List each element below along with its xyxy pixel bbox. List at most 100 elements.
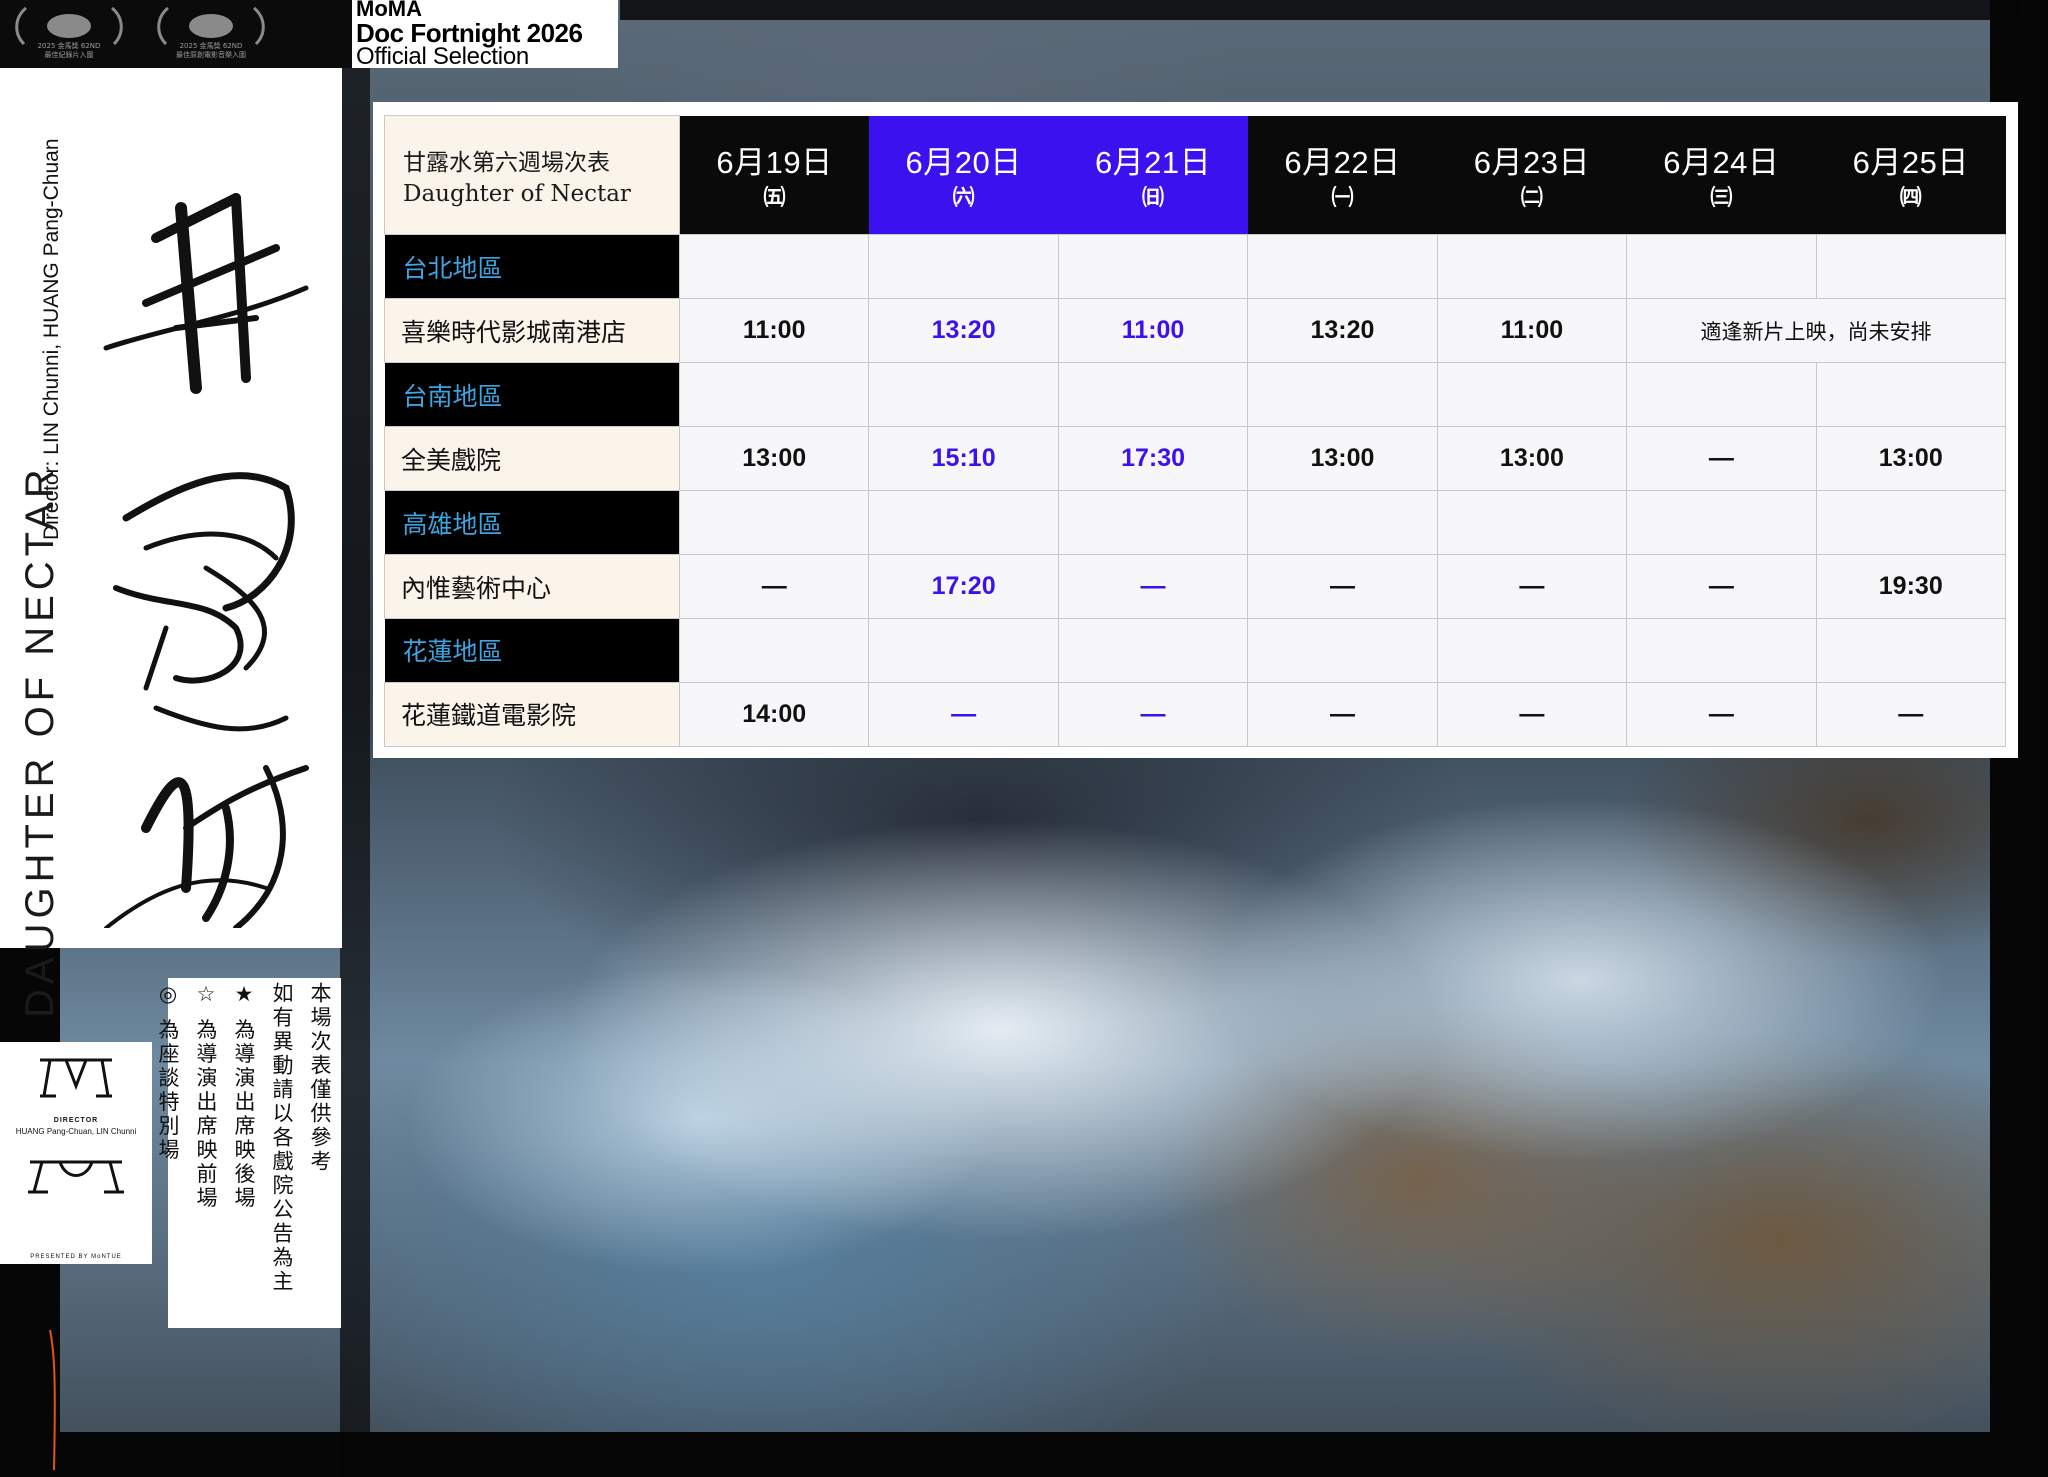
theater-row-hualien: 花蓮鐵道電影院 14:00 — — — — — — <box>384 681 2007 748</box>
note-3: ★ 為導演出席映後場 <box>232 982 256 1211</box>
empty-cell <box>678 362 870 428</box>
showtime-cell-unscheduled: 適逢新片上映，尚未安排 <box>1626 298 2006 364</box>
schedule-header-row: 甘露水第六週場次表 Daughter of Nectar 6月19日㈤ 6月20… <box>384 114 2006 236</box>
theater-name: 喜樂時代影城南港店 <box>384 298 680 364</box>
day-weekday: ㈡ <box>1520 185 1543 211</box>
showtime-cell: 13:20 <box>868 298 1059 364</box>
theater-name: 全美戲院 <box>384 426 680 492</box>
empty-cell <box>1626 618 1817 683</box>
showtime-cell: 17:20 <box>868 554 1059 619</box>
presenter-logo-icon <box>28 1160 124 1194</box>
empty-cell <box>1057 234 1249 300</box>
empty-cell <box>1247 618 1438 683</box>
laurel-1-line2: 最佳紀錄片入圍 <box>44 51 94 59</box>
day-header-7: 6月25日㈣ <box>1816 115 2006 235</box>
credits-block: DIRECTOR HUANG Pang-Chuan, LIN Chunni PR… <box>0 1042 152 1264</box>
moma-line3: Official Selection <box>356 43 529 70</box>
day-weekday: ㈠ <box>1331 185 1354 211</box>
showtime-cell: 11:00 <box>1436 298 1628 364</box>
theater-name: 內惟藝術中心 <box>384 554 680 619</box>
schedule-table-card: 甘露水第六週場次表 Daughter of Nectar 6月19日㈤ 6月20… <box>373 102 2018 758</box>
theater-name: 花蓮鐵道電影院 <box>384 681 680 748</box>
note-1: 本場次表僅供參考 <box>308 982 332 1174</box>
showtime-cell: — <box>1057 681 1249 748</box>
day-date: 6月22日 <box>1284 145 1401 181</box>
empty-cell <box>1626 362 1817 428</box>
empty-cell <box>1815 234 2007 300</box>
day-header-5: 6月23日㈡ <box>1437 115 1627 235</box>
region-row-tainan: 台南地區 <box>384 362 2007 428</box>
day-date: 6月24日 <box>1663 145 1780 181</box>
day-weekday: ㈢ <box>1710 185 1733 211</box>
showtime-cell: 13:00 <box>1815 426 2007 492</box>
empty-cell <box>868 362 1059 428</box>
schedule-table: 甘露水第六週場次表 Daughter of Nectar 6月19日㈤ 6月20… <box>384 114 2007 748</box>
showtime-cell: — <box>1436 554 1628 619</box>
laurel-1: 2025 金馬獎 62ND 最佳紀錄片入圍 <box>4 4 134 62</box>
showtime-cell: — <box>1626 681 1817 748</box>
showtime-cell: 15:10 <box>868 426 1059 492</box>
showtime-cell: — <box>1626 554 1817 619</box>
day-date: 6月25日 <box>1852 145 1969 181</box>
empty-cell <box>1815 618 2007 683</box>
region-label: 台北地區 <box>384 234 680 299</box>
empty-cell <box>678 234 870 300</box>
moma-selection-badge: MoMA Doc Fortnight 2026 Official Selecti… <box>352 0 618 70</box>
note-4: ☆ 為導演出席映前場 <box>194 982 218 1211</box>
note-2: 如有異動請以各戲院公告為主 <box>270 982 294 1294</box>
day-date: 6月23日 <box>1473 145 1591 181</box>
director-label: DIRECTOR <box>53 1117 99 1124</box>
empty-cell <box>1436 490 1628 556</box>
day-header-3: 6月21日㈰ <box>1058 115 1248 235</box>
empty-cell <box>868 618 1059 683</box>
schedule-notes: 本場次表僅供參考 如有異動請以各戲院公告為主 ★ 為導演出席映後場 ☆ 為導演出… <box>156 978 341 1328</box>
empty-cell <box>1057 490 1249 556</box>
day-header-2: 6月20日㈥ <box>868 115 1059 235</box>
day-weekday: ㈰ <box>1142 185 1165 211</box>
showtime-cell: 11:00 <box>1057 298 1249 364</box>
showtime-cell: — <box>1057 554 1249 619</box>
day-weekday: ㈥ <box>952 185 975 211</box>
region-row-kaohsiung: 高雄地區 <box>384 490 2007 556</box>
laurel-2-line1: 2025 金馬獎 62ND <box>179 42 243 50</box>
region-label: 花蓮地區 <box>384 618 680 683</box>
laurel-1-line1: 2025 金馬獎 62ND <box>37 42 101 50</box>
showtime-cell: 11:00 <box>678 298 870 364</box>
moma-line1: MoMA <box>356 0 422 21</box>
day-header-1: 6月19日㈤ <box>679 115 869 235</box>
day-header-4: 6月22日㈠ <box>1247 115 1438 235</box>
laurel-2-line2: 最佳原創電影音樂入圍 <box>176 51 246 59</box>
calligraphy-title-logo <box>103 193 309 928</box>
theater-row-tainan: 全美戲院 13:00 15:10 17:30 13:00 13:00 — 13:… <box>384 426 2007 492</box>
film-title-vertical: DAUGHTER OF NECTAR <box>18 464 62 1018</box>
day-weekday: ㈤ <box>763 185 786 211</box>
empty-cell <box>868 234 1059 300</box>
empty-cell <box>678 618 870 683</box>
showtime-cell: 13:00 <box>1436 426 1628 492</box>
director-names: HUANG Pang-Chuan, LIN Chunni <box>15 1127 137 1136</box>
laurel-2: 2025 金馬獎 62ND 最佳原創電影音樂入圍 <box>146 4 276 62</box>
day-date: 6月21日 <box>1094 145 1212 181</box>
empty-cell <box>1815 362 2007 428</box>
note-5: ◎ 為座談特別場 <box>156 982 180 1163</box>
showtime-cell: 13:20 <box>1247 298 1438 364</box>
showtime-cell: — <box>868 681 1059 748</box>
empty-cell <box>1436 234 1628 300</box>
award-laurels: 2025 金馬獎 62ND 最佳紀錄片入圍 2025 金馬獎 62ND 最佳原創電影… <box>0 0 356 68</box>
theater-row-taipei: 喜樂時代影城南港店 11:00 13:20 11:00 13:20 11:00 … <box>384 298 2006 364</box>
showtime-cell: — <box>1626 426 1817 492</box>
schedule-title-zh: 甘露水第六週場次表 <box>403 150 610 177</box>
region-row-hualien: 花蓮地區 <box>384 618 2007 683</box>
empty-cell <box>1247 362 1438 428</box>
showtime-cell: 14:00 <box>678 681 870 748</box>
empty-cell <box>1626 234 1817 300</box>
empty-cell <box>1626 490 1817 556</box>
showtime-cell: — <box>678 554 870 619</box>
empty-cell <box>1057 618 1249 683</box>
showtime-cell: 13:00 <box>678 426 870 492</box>
orange-film-mark-icon <box>49 1330 56 1470</box>
showtime-cell: 13:00 <box>1247 426 1438 492</box>
day-header-6: 6月24日㈢ <box>1626 115 1817 235</box>
empty-cell <box>1247 490 1438 556</box>
theater-row-kaohsiung: 內惟藝術中心 — 17:20 — — — — 19:30 <box>384 554 2007 619</box>
